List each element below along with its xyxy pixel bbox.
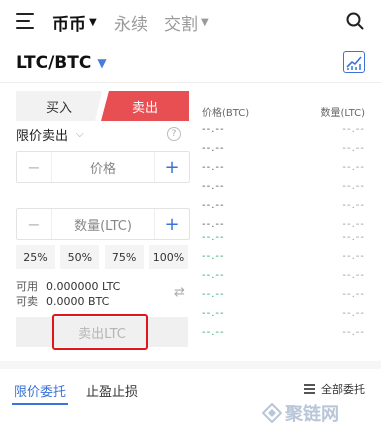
watermark-logo-icon xyxy=(262,403,282,423)
quantity-placeholder: 数量(LTC) xyxy=(74,218,132,234)
bid-qty: --.-- xyxy=(342,232,365,243)
tab-futures-label: 交割 xyxy=(164,15,198,35)
available-value: 0.000000 LTC xyxy=(46,280,121,293)
quantity-input[interactable]: 数量(LTC) xyxy=(51,209,155,239)
search-icon[interactable] xyxy=(346,12,364,30)
transfer-icon[interactable]: ⇄ xyxy=(174,285,185,300)
ask-row[interactable]: --.-- --.-- xyxy=(202,162,365,179)
ask-qty: --.-- xyxy=(342,143,365,154)
orderbook-price-header: 价格(BTC) xyxy=(202,108,250,119)
help-icon[interactable]: ? xyxy=(167,127,181,141)
quantity-stepper: − 数量(LTC) + xyxy=(16,208,190,240)
bid-price: --.-- xyxy=(202,232,225,243)
sell-tab-label: 卖出 xyxy=(131,100,158,116)
section-divider xyxy=(0,361,381,369)
ask-qty: --.-- xyxy=(342,124,365,135)
ask-row[interactable]: --.-- --.-- xyxy=(202,124,365,141)
ask-qty: --.-- xyxy=(342,181,365,192)
quantity-increase-button[interactable]: + xyxy=(155,209,189,239)
watermark-text: 聚链网 xyxy=(285,404,339,425)
sellable-label: 可卖 xyxy=(16,295,38,308)
price-input[interactable]: 价格 xyxy=(51,152,155,182)
tab-futures[interactable]: 交割 ▼ xyxy=(164,10,209,35)
price-increase-button[interactable]: + xyxy=(155,152,189,182)
available-row: 可用 0.000000 LTC xyxy=(16,278,120,294)
ask-row[interactable]: --.-- --.-- xyxy=(202,143,365,160)
divider xyxy=(0,82,381,83)
caret-down-icon: ▼ xyxy=(201,17,209,28)
caret-down-icon: ▼ xyxy=(89,17,97,28)
bid-row[interactable]: --.-- --.-- xyxy=(202,251,365,268)
ask-price: --.-- xyxy=(202,124,225,135)
buy-tab-button[interactable]: 买入 xyxy=(16,91,102,121)
menu-icon[interactable] xyxy=(16,13,34,29)
sellable-row: 可卖 0.0000 BTC xyxy=(16,293,109,309)
bid-qty: --.-- xyxy=(342,251,365,262)
top-nav: 币币 ▼ 永续 交割 ▼ xyxy=(0,0,381,44)
bid-qty: --.-- xyxy=(342,327,365,338)
ask-row[interactable]: --.-- --.-- xyxy=(202,200,365,217)
quantity-decrease-button[interactable]: − xyxy=(17,209,51,239)
ask-row[interactable]: --.-- --.-- xyxy=(202,181,365,198)
watermark: 聚链网 xyxy=(262,400,339,426)
tab-perpetual-label: 永续 xyxy=(114,15,148,35)
bid-row[interactable]: --.-- --.-- xyxy=(202,327,365,344)
all-orders-label: 全部委托 xyxy=(321,383,365,396)
sellable-value: 0.0000 BTC xyxy=(46,295,110,308)
bid-price: --.-- xyxy=(202,270,225,281)
ask-qty: --.-- xyxy=(342,200,365,211)
bid-qty: --.-- xyxy=(342,308,365,319)
ask-price: --.-- xyxy=(202,162,225,173)
percent-100-button[interactable]: 100% xyxy=(148,245,188,269)
bid-price: --.-- xyxy=(202,308,225,319)
chevron-down-icon: ⌵ xyxy=(76,129,84,140)
price-decrease-button[interactable]: − xyxy=(17,152,51,182)
active-tab-indicator xyxy=(12,403,68,405)
order-type-label: 限价卖出 xyxy=(16,129,69,144)
tab-stop-orders[interactable]: 止盈止损 xyxy=(86,381,138,400)
ask-qty: --.-- xyxy=(342,162,365,173)
available-label: 可用 xyxy=(16,280,38,293)
bid-row[interactable]: --.-- --.-- xyxy=(202,270,365,287)
tab-spot-label: 币币 xyxy=(52,15,86,35)
ask-price: --.-- xyxy=(202,181,225,192)
percent-25-button[interactable]: 25% xyxy=(16,245,55,269)
price-stepper: − 价格 + xyxy=(16,151,190,183)
bid-price: --.-- xyxy=(202,251,225,262)
percent-50-button[interactable]: 50% xyxy=(60,245,100,269)
bid-qty: --.-- xyxy=(342,270,365,281)
tab-perpetual[interactable]: 永续 xyxy=(114,10,148,35)
order-type-select[interactable]: 限价卖出 ⌵ xyxy=(16,125,84,144)
price-placeholder: 价格 xyxy=(89,161,116,177)
chevron-down-icon: ▼ xyxy=(97,56,107,70)
bid-qty: --.-- xyxy=(342,289,365,300)
ask-price: --.-- xyxy=(202,143,225,154)
bid-price: --.-- xyxy=(202,327,225,338)
percent-buttons: 25% 50% 75% 100% xyxy=(16,245,188,269)
ask-price: --.-- xyxy=(202,200,225,211)
tab-spot[interactable]: 币币 ▼ xyxy=(52,10,97,35)
tab-open-orders[interactable]: 限价委托 xyxy=(14,381,66,400)
pair-symbol: LTC/BTC xyxy=(16,53,92,73)
all-orders-link[interactable]: 全部委托 xyxy=(304,381,365,397)
list-icon xyxy=(304,384,315,394)
bid-row[interactable]: --.-- --.-- xyxy=(202,308,365,325)
pair-selector[interactable]: LTC/BTC ▼ xyxy=(16,53,107,73)
percent-75-button[interactable]: 75% xyxy=(104,245,144,269)
buy-tab-label: 买入 xyxy=(45,100,72,116)
highlight-box xyxy=(52,314,148,350)
sell-tab-button[interactable]: 卖出 xyxy=(101,91,189,121)
bid-row[interactable]: --.-- --.-- xyxy=(202,232,365,249)
kline-chart-icon[interactable] xyxy=(343,51,365,73)
bid-row[interactable]: --.-- --.-- xyxy=(202,289,365,306)
bid-price: --.-- xyxy=(202,289,225,300)
orderbook-qty-header: 数量(LTC) xyxy=(320,108,365,119)
